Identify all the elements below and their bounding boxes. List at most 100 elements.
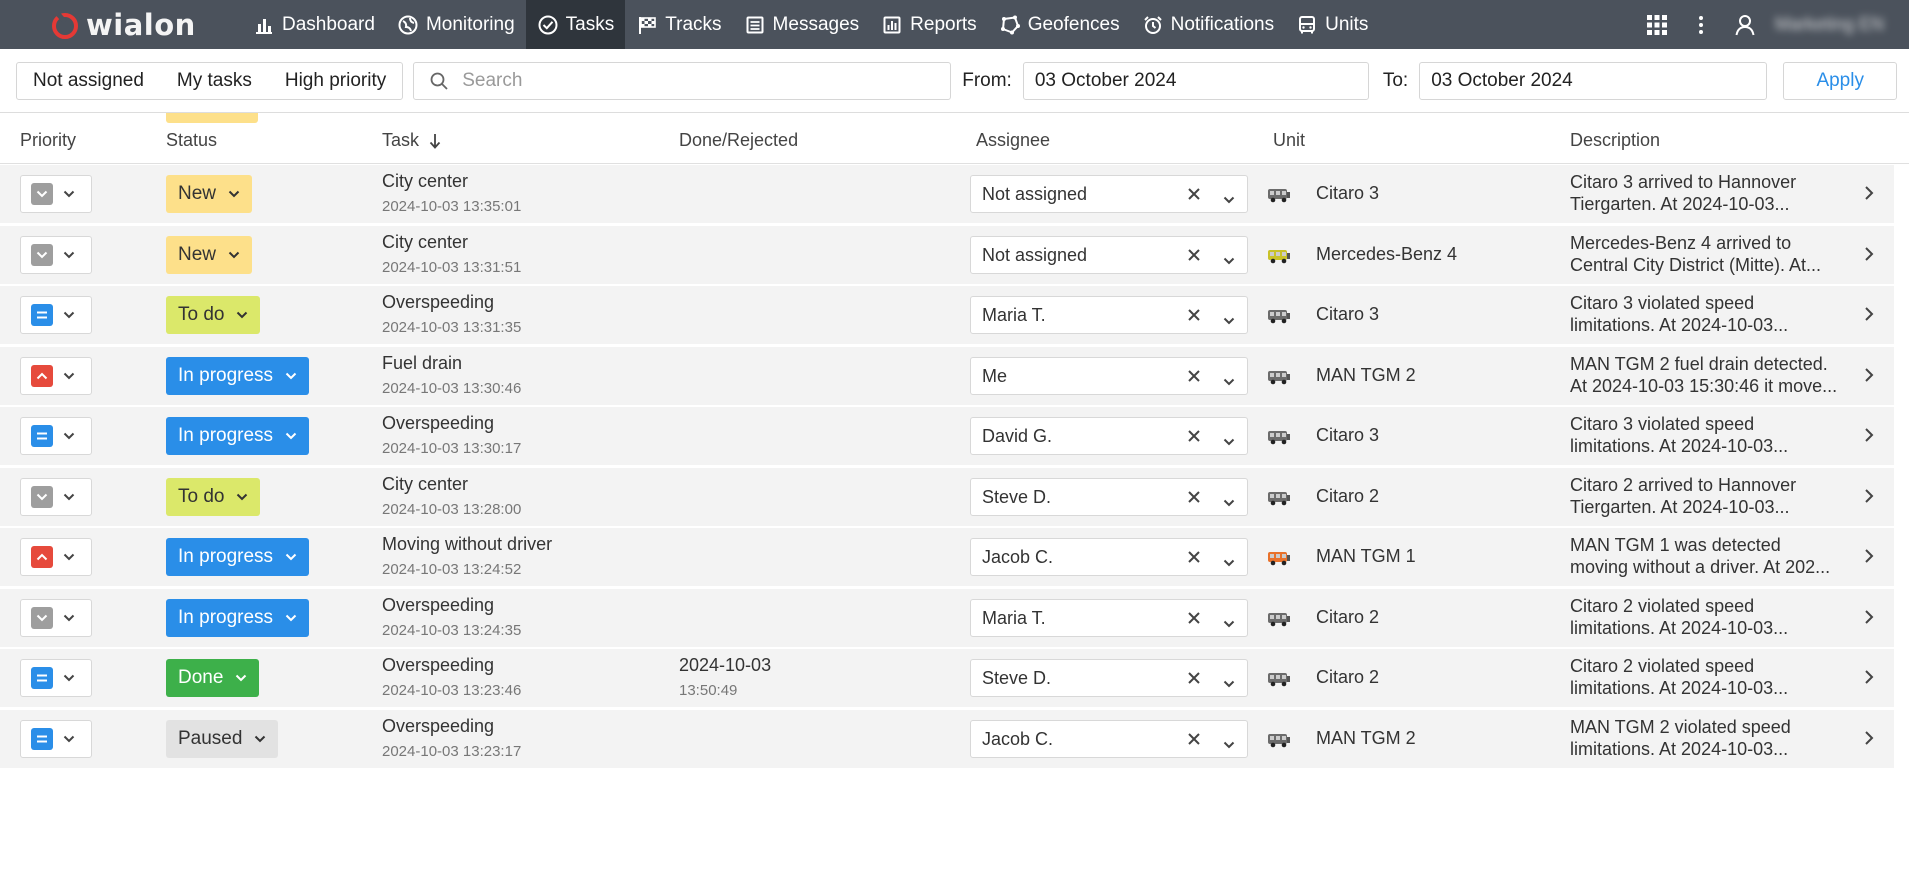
status-dropdown[interactable]: New — [166, 175, 253, 213]
close-icon[interactable] — [1187, 306, 1201, 327]
filter-high-priority[interactable]: High priority — [285, 70, 386, 92]
from-date-field[interactable]: 03 October 2024 — [1022, 61, 1369, 100]
assignee-select[interactable]: Jacob C. — [970, 538, 1248, 576]
chevron-right-icon[interactable] — [1864, 185, 1874, 206]
chevron-right-icon[interactable] — [1864, 427, 1874, 448]
chevron-down-icon[interactable] — [1223, 309, 1235, 330]
nav-notifications[interactable]: Notifications — [1131, 0, 1286, 49]
unit-name[interactable]: MAN TGM 2 — [1316, 365, 1416, 386]
column-task[interactable]: Task — [382, 130, 441, 151]
priority-select[interactable] — [20, 478, 92, 516]
nav-monitoring[interactable]: Monitoring — [386, 0, 526, 49]
assignee-select[interactable]: Maria T. — [970, 599, 1248, 637]
chevron-down-icon[interactable] — [1223, 249, 1235, 270]
chevron-right-icon[interactable] — [1864, 730, 1874, 751]
nav-messages[interactable]: Messages — [733, 0, 871, 49]
priority-select[interactable] — [20, 296, 92, 334]
close-icon[interactable] — [1187, 246, 1201, 267]
chevron-right-icon[interactable] — [1864, 246, 1874, 267]
task-name[interactable]: Overspeeding — [382, 716, 494, 737]
table-row[interactable]: In progress Overspeeding 2024-10-03 13:30:… — [0, 407, 1894, 465]
priority-select[interactable] — [20, 357, 92, 395]
chevron-down-icon[interactable] — [1223, 491, 1235, 512]
nav-tasks[interactable]: Tasks — [525, 0, 626, 49]
column-done-rejected[interactable]: Done/Rejected — [679, 130, 798, 151]
filter-not-assigned[interactable]: Not assigned — [33, 70, 144, 92]
column-priority[interactable]: Priority — [20, 130, 76, 151]
chevron-down-icon[interactable] — [1223, 733, 1235, 754]
status-dropdown[interactable]: In progress — [166, 538, 310, 576]
task-name[interactable]: Fuel drain — [382, 353, 462, 374]
chevron-down-icon[interactable] — [1223, 370, 1235, 391]
assignee-select[interactable]: Jacob C. — [970, 720, 1248, 758]
assignee-select[interactable]: Not assigned — [970, 236, 1248, 274]
search-input[interactable] — [462, 69, 923, 92]
task-name[interactable]: Overspeeding — [382, 413, 494, 434]
chevron-right-icon[interactable] — [1864, 609, 1874, 630]
priority-select[interactable] — [20, 599, 92, 637]
assignee-select[interactable]: Steve D. — [970, 659, 1248, 697]
filter-my-tasks[interactable]: My tasks — [177, 70, 252, 92]
unit-name[interactable]: Citaro 2 — [1316, 607, 1379, 628]
close-icon[interactable] — [1187, 609, 1201, 630]
chevron-right-icon[interactable] — [1864, 669, 1874, 690]
status-dropdown[interactable]: In progress — [166, 599, 310, 637]
table-row[interactable]: In progress Moving without driver 2024-10-… — [0, 528, 1894, 586]
nav-units[interactable]: Units — [1285, 0, 1379, 49]
unit-name[interactable]: Citaro 2 — [1316, 486, 1379, 507]
table-row[interactable]: In progress Fuel drain 2024-10-03 13:30:46… — [0, 347, 1894, 405]
table-row[interactable]: New City center 2024-10-03 13:35:01 Not ass… — [0, 165, 1894, 223]
chevron-down-icon[interactable] — [1223, 672, 1235, 693]
close-icon[interactable] — [1187, 427, 1201, 448]
assignee-select[interactable]: David G. — [970, 417, 1248, 455]
task-name[interactable]: City center — [382, 474, 468, 495]
assignee-select[interactable]: Steve D. — [970, 478, 1248, 516]
nav-geofences[interactable]: Geofences — [988, 0, 1131, 49]
unit-name[interactable]: Citaro 3 — [1316, 425, 1379, 446]
chevron-down-icon[interactable] — [1223, 188, 1235, 209]
user-icon[interactable] — [1723, 0, 1767, 49]
table-row[interactable]: In progress Overspeeding 2024-10-03 13:24:… — [0, 589, 1894, 647]
table-row[interactable]: To do City center 2024-10-03 13:28:00 Steve… — [0, 468, 1894, 526]
column-status[interactable]: Status — [166, 130, 217, 151]
table-row[interactable]: New City center 2024-10-03 13:31:51 Not ass… — [0, 226, 1894, 284]
priority-select[interactable] — [20, 659, 92, 697]
priority-select[interactable] — [20, 175, 92, 213]
status-dropdown[interactable]: New — [166, 236, 253, 274]
status-dropdown[interactable]: In progress — [166, 417, 310, 455]
unit-name[interactable]: Citaro 3 — [1316, 183, 1379, 204]
user-name[interactable]: Marketing EN — [1775, 14, 1895, 35]
to-date-field[interactable]: 03 October 2024 — [1419, 61, 1768, 100]
chevron-right-icon[interactable] — [1864, 306, 1874, 327]
nav-reports[interactable]: Reports — [870, 0, 988, 49]
task-name[interactable]: Moving without driver — [382, 534, 552, 555]
unit-name[interactable]: MAN TGM 2 — [1316, 728, 1416, 749]
task-name[interactable]: City center — [382, 232, 468, 253]
table-row[interactable]: Done Overspeeding 2024-10-03 13:23:46 2024-… — [0, 649, 1894, 707]
column-assignee[interactable]: Assignee — [976, 130, 1050, 151]
apps-grid-icon[interactable] — [1635, 0, 1679, 49]
unit-name[interactable]: Mercedes-Benz 4 — [1316, 244, 1457, 265]
chevron-down-icon[interactable] — [1223, 551, 1235, 572]
status-dropdown[interactable]: Done — [166, 659, 260, 697]
task-name[interactable]: Overspeeding — [382, 292, 494, 313]
priority-select[interactable] — [20, 720, 92, 758]
priority-select[interactable] — [20, 538, 92, 576]
close-icon[interactable] — [1187, 669, 1201, 690]
priority-select[interactable] — [20, 417, 92, 455]
chevron-down-icon[interactable] — [1223, 612, 1235, 633]
table-row[interactable]: Paused Overspeeding 2024-10-03 13:23:17 Jac… — [0, 710, 1894, 768]
chevron-right-icon[interactable] — [1864, 488, 1874, 509]
status-dropdown[interactable]: In progress — [166, 357, 310, 395]
close-icon[interactable] — [1187, 730, 1201, 751]
apply-button[interactable]: Apply — [1783, 61, 1898, 100]
status-dropdown[interactable]: To do — [166, 296, 261, 334]
status-dropdown[interactable]: Paused — [166, 720, 279, 758]
more-vertical-icon[interactable] — [1679, 0, 1723, 49]
task-name[interactable]: Overspeeding — [382, 595, 494, 616]
task-name[interactable]: City center — [382, 171, 468, 192]
table-row[interactable]: To do Overspeeding 2024-10-03 13:31:35 Mari… — [0, 286, 1894, 344]
column-description[interactable]: Description — [1570, 130, 1660, 151]
nav-tracks[interactable]: Tracks — [625, 0, 732, 49]
unit-name[interactable]: Citaro 3 — [1316, 304, 1379, 325]
